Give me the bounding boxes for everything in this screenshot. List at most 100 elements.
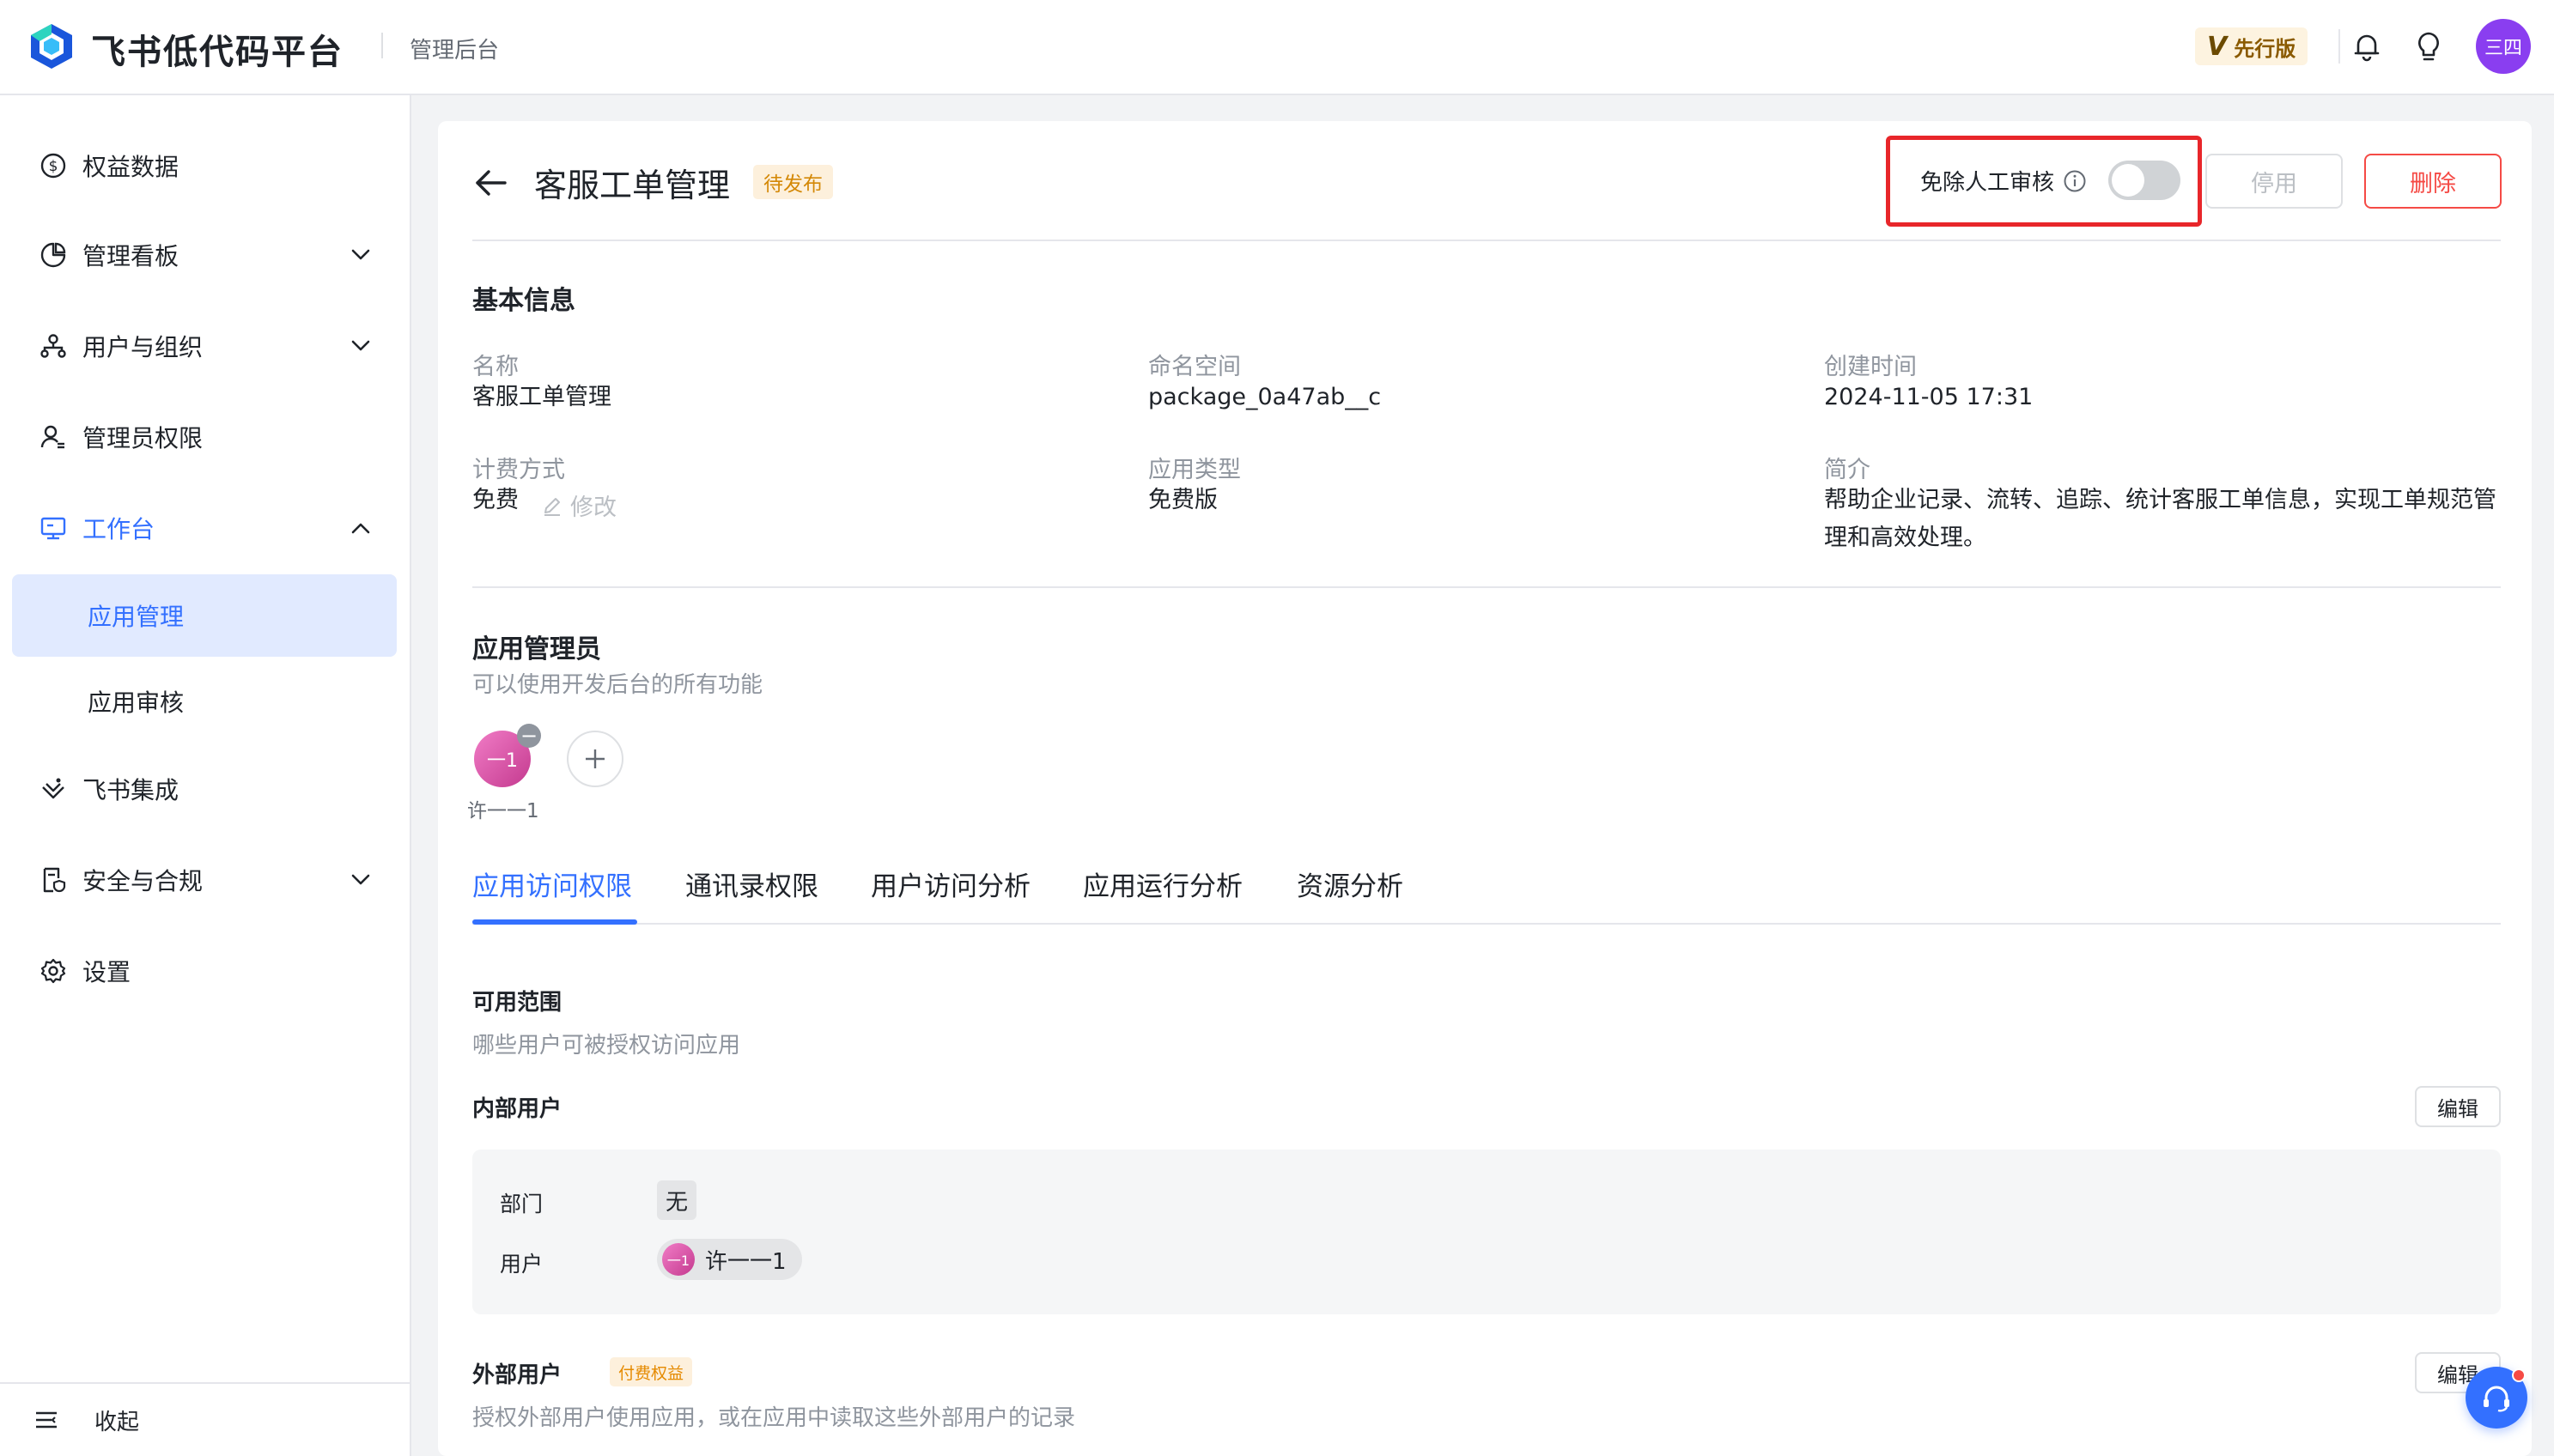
app-type-value: 免费版	[1148, 487, 1218, 513]
chevron-down-icon	[351, 340, 370, 351]
chevron-up-icon	[351, 523, 370, 534]
name-label: 名称	[472, 354, 519, 380]
delete-button[interactable]: 删除	[2364, 154, 2502, 209]
billing-edit-label: 修改	[570, 494, 617, 521]
user-chip-avatar: 一1	[662, 1243, 695, 1276]
tab-contacts-permission[interactable]: 通讯录权限	[685, 864, 818, 903]
collapse-label: 收起	[94, 1409, 140, 1435]
internal-users-title: 内部用户	[472, 1096, 562, 1122]
back-arrow-icon[interactable]	[472, 164, 510, 202]
page-title: 客服工单管理	[534, 167, 731, 204]
header-divider	[381, 33, 383, 58]
sidebar-item-settings[interactable]: 设置	[12, 930, 397, 1012]
headset-icon	[2484, 1386, 2509, 1412]
sidebar-item-benefits[interactable]: $ 权益数据	[12, 124, 397, 207]
notification-dot	[2512, 1368, 2526, 1382]
collapse-menu-icon	[36, 1411, 57, 1429]
sidebar-item-admin-permissions[interactable]: 管理员权限	[12, 396, 397, 478]
sidebar-subitem-app-management[interactable]: 应用管理	[12, 574, 397, 657]
tab-app-access[interactable]: 应用访问权限	[472, 864, 632, 903]
bell-icon[interactable]	[2350, 29, 2384, 64]
external-users-header: 外部用户 付费权益	[472, 1357, 816, 1392]
logo-icon	[31, 24, 72, 69]
admin-name: 许一一1	[467, 800, 539, 822]
sidebar-item-label: 管理看板	[82, 242, 179, 270]
app-admins-hint: 可以使用开发后台的所有功能	[472, 672, 763, 698]
org-chart-icon	[38, 331, 69, 361]
intro-label: 简介	[1824, 457, 1870, 483]
department-tag: 无	[657, 1180, 696, 1220]
sidebar-item-security[interactable]: 安全与合规	[12, 839, 397, 921]
active-tab-indicator	[472, 919, 637, 925]
monitor-icon	[38, 513, 69, 543]
external-users-title: 外部用户	[472, 1362, 562, 1388]
brand-name[interactable]: 飞书低代码平台	[91, 24, 344, 74]
admin-user-icon	[38, 422, 69, 452]
billing-edit-link[interactable]: 修改	[541, 488, 617, 522]
paid-feature-badge: 付费权益	[610, 1357, 693, 1386]
header-subtitle: 管理后台	[410, 38, 500, 64]
scope-hint: 哪些用户可被授权访问应用	[472, 1033, 741, 1059]
plus-icon	[586, 749, 605, 768]
user-label: 用户	[500, 1252, 544, 1277]
sidebar-item-label: 权益数据	[82, 153, 179, 181]
edition-badge[interactable]: V 先行版	[2195, 27, 2308, 65]
section-divider	[472, 586, 2501, 588]
top-bar: 飞书低代码平台 管理后台 V 先行版 三四	[0, 0, 2554, 95]
pencil-icon	[544, 497, 560, 516]
tab-app-runtime-analysis[interactable]: 应用运行分析	[1083, 864, 1243, 903]
sidebar-item-label: 管理员权限	[82, 424, 204, 452]
review-toggle-label: 免除人工审核	[1920, 170, 2055, 196]
integration-icon	[38, 774, 69, 804]
sidebar: $ 权益数据 管理看板 用户与组织 管理员权限 工作台 应用管理 应用审核 飞书…	[0, 95, 411, 1456]
sidebar-item-label: 飞书集成	[82, 776, 179, 804]
sidebar-item-feishu-integration[interactable]: 飞书集成	[12, 748, 397, 830]
internal-users-panel: 部门 无 用户 一1 许一一1	[472, 1150, 2501, 1314]
namespace-value: package_0a47ab__c	[1148, 384, 1382, 410]
sidebar-subitem-app-review[interactable]: 应用审核	[12, 660, 397, 743]
sidebar-item-users-org[interactable]: 用户与组织	[12, 305, 397, 387]
billing-value: 免费	[472, 487, 519, 513]
tab-resource-analysis[interactable]: 资源分析	[1297, 864, 1403, 903]
dollar-circle-icon: $	[38, 150, 69, 181]
department-label: 部门	[500, 1192, 544, 1216]
detail-tabs: 应用访问权限 通讯录权限 用户访问分析 应用运行分析 资源分析	[472, 864, 2501, 925]
sidebar-item-label: 安全与合规	[82, 867, 204, 895]
sidebar-item-label: 工作台	[82, 515, 155, 543]
collapse-sidebar-button[interactable]: 收起	[0, 1382, 411, 1456]
header-divider-line	[472, 240, 2501, 241]
tab-user-access-analysis[interactable]: 用户访问分析	[871, 864, 1031, 903]
add-admin-button[interactable]	[567, 731, 623, 787]
header-separator	[2338, 29, 2340, 64]
review-exempt-toggle[interactable]	[2108, 161, 2180, 200]
user-avatar[interactable]: 三四	[2476, 19, 2531, 74]
disable-button[interactable]: 停用	[2205, 154, 2343, 209]
status-badge: 待发布	[753, 165, 833, 199]
sidebar-item-dashboard[interactable]: 管理看板	[12, 214, 397, 296]
app-type-label: 应用类型	[1148, 457, 1241, 483]
user-chip-name: 许一一1	[705, 1248, 787, 1275]
sidebar-item-label: 用户与组织	[82, 333, 204, 361]
sidebar-item-workbench[interactable]: 工作台	[12, 487, 397, 569]
svg-text:$: $	[49, 158, 58, 175]
toggle-knob	[2112, 164, 2144, 197]
app-admins-title: 应用管理员	[472, 634, 601, 664]
lightbulb-icon[interactable]	[2411, 29, 2446, 64]
namespace-label: 命名空间	[1148, 354, 1241, 380]
edition-mark: V	[2207, 31, 2228, 62]
scope-title: 可用范围	[472, 990, 562, 1016]
gear-icon	[38, 956, 69, 986]
billing-label: 计费方式	[472, 457, 565, 483]
created-label: 创建时间	[1824, 354, 1917, 380]
sidebar-item-label: 设置	[82, 958, 131, 986]
info-icon[interactable]	[2063, 169, 2087, 193]
pie-chart-icon	[38, 240, 69, 270]
chevron-down-icon	[351, 874, 370, 885]
name-value: 客服工单管理	[472, 384, 611, 410]
app-detail-card: 客服工单管理 待发布 免除人工审核 停用 删除 基本信息 名称 客服工单管理 命…	[438, 121, 2532, 1456]
basic-info-title: 基本信息	[472, 286, 575, 316]
remove-admin-icon[interactable]: −	[517, 724, 541, 748]
edit-internal-users-button[interactable]: 编辑	[2415, 1086, 2501, 1127]
shield-doc-icon	[38, 864, 69, 895]
user-chip[interactable]: 一1 许一一1	[657, 1239, 802, 1280]
